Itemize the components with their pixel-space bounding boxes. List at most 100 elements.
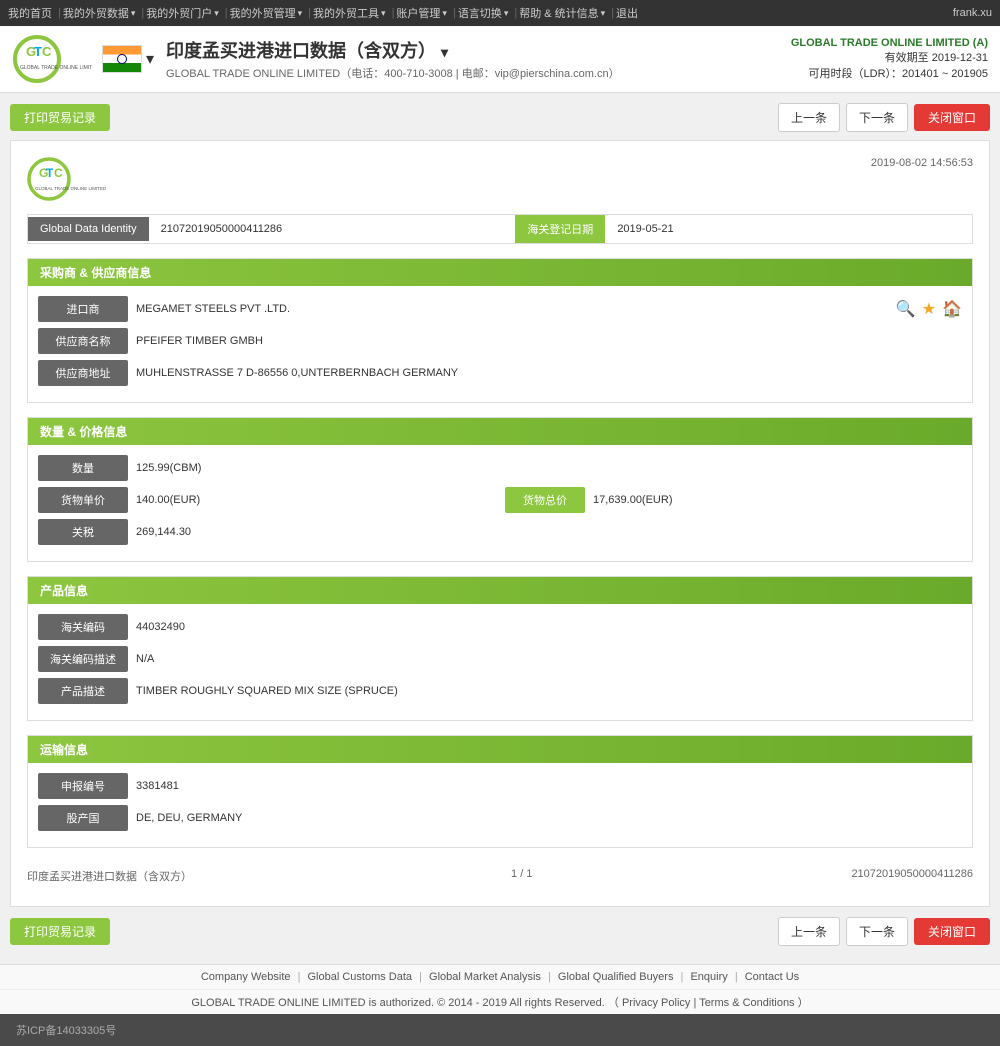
bottom-toolbar: 打印贸易记录 上一条 下一条 关闭窗口 (10, 917, 990, 946)
supplier-address-label: 供应商地址 (38, 360, 128, 386)
hs-code-desc-value: N/A (136, 653, 962, 665)
header-right: GLOBAL TRADE ONLINE LIMITED (A) 有效期至 201… (791, 37, 988, 81)
product-header: 产品信息 (28, 577, 972, 604)
country-of-origin-row: 股产国 DE, DEU, GERMANY (38, 805, 962, 831)
footer-sep-5: | (735, 971, 741, 983)
country-of-origin-label: 股产国 (38, 805, 128, 831)
print-button[interactable]: 打印贸易记录 (10, 104, 110, 131)
main-content-card: G T C GLOBAL TRADE ONLINE LIMITED 2019-0… (10, 140, 990, 907)
importer-value: MEGAMET STEELS PVT .LTD. (136, 303, 896, 315)
close-button[interactable]: 关闭窗口 (914, 104, 990, 131)
chevron-down-icon: ▾ (442, 8, 447, 19)
footer-link-enquiry[interactable]: Enquiry (690, 971, 727, 983)
svg-text:T: T (46, 166, 54, 180)
valid-until: 有效期至 2019-12-31 (791, 49, 988, 65)
dropdown-arrow-icon[interactable]: ▾ (146, 49, 154, 69)
tariff-value: 269,144.30 (136, 526, 962, 538)
india-flag (102, 45, 142, 73)
top-toolbar: 打印贸易记录 上一条 下一条 关闭窗口 (10, 103, 990, 132)
prev-button[interactable]: 上一条 (778, 103, 840, 132)
next-button[interactable]: 下一条 (846, 103, 908, 132)
nav-tools[interactable]: 我的外贸工具 ▾ (313, 5, 386, 21)
chevron-down-icon: ▾ (298, 8, 303, 19)
buyer-supplier-section: 采购商 & 供应商信息 进口商 MEGAMET STEELS PVT .LTD.… (27, 258, 973, 403)
product-desc-row: 产品描述 TIMBER ROUGHLY SQUARED MIX SIZE (SP… (38, 678, 962, 704)
declaration-no-label: 申报编号 (38, 773, 128, 799)
svg-text:C: C (42, 44, 52, 59)
company-logo: G T C GLOBAL TRADE ONLINE LIMITED (12, 34, 92, 84)
quantity-price-body: 数量 125.99(CBM) 货物单价 140.00(EUR) 货物总价 17,… (28, 445, 972, 561)
bottom-id: 21072019050000411286 (851, 868, 973, 884)
hs-code-desc-label: 海关编码描述 (38, 646, 128, 672)
print-button-bottom[interactable]: 打印贸易记录 (10, 918, 110, 945)
nav-language[interactable]: 语言切换 ▾ (458, 5, 509, 21)
footer-sep-3: | (548, 971, 554, 983)
footer-link-company-website[interactable]: Company Website (201, 971, 291, 983)
total-price-value: 17,639.00(EUR) (593, 494, 962, 506)
title-area: 印度孟买进港进口数据（含双方） ▾ GLOBAL TRADE ONLINE LI… (166, 37, 620, 81)
global-data-identity-value: 21072019050000411286 (149, 217, 516, 241)
quantity-price-header: 数量 & 价格信息 (28, 418, 972, 445)
footer-sep-2: | (419, 971, 425, 983)
svg-text:T: T (34, 44, 42, 59)
star-icon[interactable]: ★ (922, 299, 936, 319)
nav-logout[interactable]: 退出 (616, 5, 638, 21)
footer-link-market-analysis[interactable]: Global Market Analysis (429, 971, 541, 983)
ldr-range: 可用时段（LDR）：201401 ~ 201905 (791, 65, 988, 81)
prev-button-bottom[interactable]: 上一条 (778, 917, 840, 946)
header-company-info: GLOBAL TRADE ONLINE LIMITED（电话：400-710-3… (166, 65, 620, 81)
right-company: GLOBAL TRADE ONLINE LIMITED (A) (791, 37, 988, 49)
bottom-page: 1 / 1 (511, 868, 532, 884)
quantity-value: 125.99(CBM) (136, 462, 962, 474)
nav-account[interactable]: 账户管理 ▾ (396, 5, 447, 21)
importer-row: 进口商 MEGAMET STEELS PVT .LTD. 🔍 ★ 🏠 (38, 296, 962, 322)
page-bottom-info: 印度孟买进港进口数据（含双方） 1 / 1 210720190500004112… (27, 862, 973, 890)
home-icon[interactable]: 🏠 (942, 299, 962, 319)
tariff-label: 关税 (38, 519, 128, 545)
declaration-no-row: 申报编号 3381481 (38, 773, 962, 799)
nav-data[interactable]: 我的外贸数据 ▾ (63, 5, 136, 21)
icp-bar: 苏ICP备14033305号 (0, 1014, 1000, 1046)
bottom-nav-buttons: 上一条 下一条 关闭窗口 (778, 917, 990, 946)
next-button-bottom[interactable]: 下一条 (846, 917, 908, 946)
svg-text:GLOBAL TRADE ONLINE LIMITED: GLOBAL TRADE ONLINE LIMITED (35, 186, 107, 191)
tariff-row: 关税 269,144.30 (38, 519, 962, 545)
transport-body: 申报编号 3381481 股产国 DE, DEU, GERMANY (28, 763, 972, 847)
product-section: 产品信息 海关编码 44032490 海关编码描述 N/A 产品描述 TIMBE… (27, 576, 973, 721)
declaration-no-value: 3381481 (136, 780, 962, 792)
chevron-down-icon: ▾ (381, 8, 386, 19)
footer-link-qualified-buyers[interactable]: Global Qualified Buyers (558, 971, 674, 983)
hs-code-desc-row: 海关编码描述 N/A (38, 646, 962, 672)
user-display: frank.xu (953, 7, 992, 19)
logo-area: G T C GLOBAL TRADE ONLINE LIMITED (12, 34, 92, 84)
importer-label: 进口商 (38, 296, 128, 322)
search-icon[interactable]: 🔍 (896, 299, 916, 319)
footer-link-contact-us[interactable]: Contact Us (745, 971, 799, 983)
flag-area: ▾ (102, 45, 154, 73)
footer-privacy-link[interactable]: Privacy Policy (622, 997, 690, 1009)
footer-link-customs-data[interactable]: Global Customs Data (308, 971, 413, 983)
nav-home[interactable]: 我的首页 (8, 5, 52, 21)
page-title: 印度孟买进港进口数据（含双方） ▾ (166, 37, 620, 63)
product-desc-label: 产品描述 (38, 678, 128, 704)
total-price-label: 货物总价 (505, 487, 585, 513)
supplier-address-row: 供应商地址 MUHLENSTRASSE 7 D-86556 0,UNTERBER… (38, 360, 962, 386)
footer-terms-link[interactable]: Terms & Conditions (699, 997, 794, 1009)
nav-portal[interactable]: 我的外贸门户 ▾ (146, 5, 219, 21)
close-button-bottom[interactable]: 关闭窗口 (914, 918, 990, 945)
unit-price-value: 140.00(EUR) (136, 494, 505, 506)
nav-manage[interactable]: 我的外贸管理 ▾ (230, 5, 303, 21)
quantity-price-section: 数量 & 价格信息 数量 125.99(CBM) 货物单价 140.00(EUR… (27, 417, 973, 562)
footer-sep-4: | (681, 971, 687, 983)
flag-circle (117, 54, 127, 64)
nav-help[interactable]: 帮助 & 统计信息 ▾ (519, 5, 605, 21)
svg-text:GLOBAL TRADE ONLINE LIMITED: GLOBAL TRADE ONLINE LIMITED (20, 65, 92, 71)
chevron-down-icon: ▾ (214, 8, 219, 19)
country-of-origin-value: DE, DEU, GERMANY (136, 812, 962, 824)
quantity-label: 数量 (38, 455, 128, 481)
quantity-row: 数量 125.99(CBM) (38, 455, 962, 481)
card-company-logo: G T C GLOBAL TRADE ONLINE LIMITED (27, 157, 137, 202)
customs-date-value: 2019-05-21 (605, 217, 972, 241)
chevron-down-icon: ▾ (504, 8, 509, 19)
unit-price-row: 货物单价 140.00(EUR) 货物总价 17,639.00(EUR) (38, 487, 962, 513)
